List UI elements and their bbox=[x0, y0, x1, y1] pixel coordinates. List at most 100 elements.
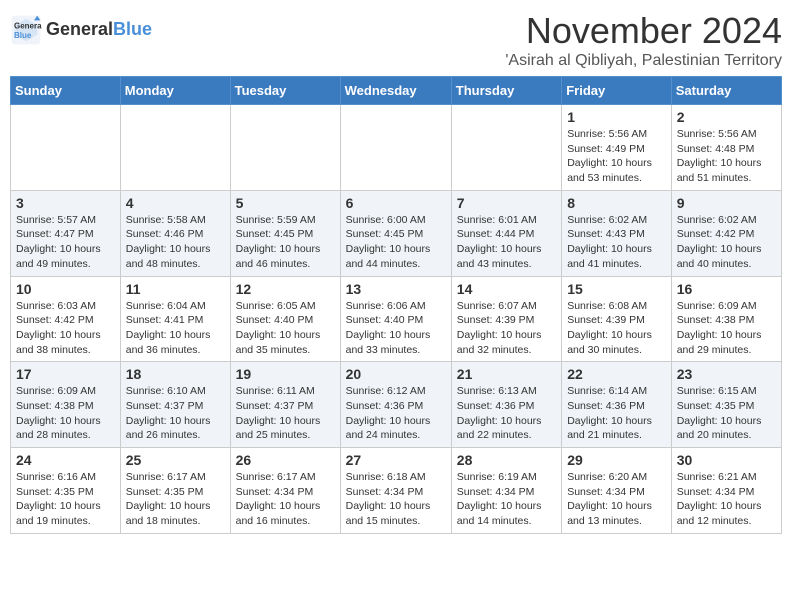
day-info: Sunrise: 6:06 AM Sunset: 4:40 PM Dayligh… bbox=[346, 299, 446, 358]
calendar-cell bbox=[230, 105, 340, 191]
day-number: 9 bbox=[677, 195, 776, 211]
day-info: Sunrise: 6:11 AM Sunset: 4:37 PM Dayligh… bbox=[236, 384, 335, 443]
logo: General Blue GeneralBlue bbox=[10, 14, 152, 46]
day-number: 11 bbox=[126, 281, 225, 297]
day-info: Sunrise: 6:00 AM Sunset: 4:45 PM Dayligh… bbox=[346, 213, 446, 272]
day-info: Sunrise: 6:17 AM Sunset: 4:35 PM Dayligh… bbox=[126, 470, 225, 529]
calendar-cell: 16 Sunrise: 6:09 AM Sunset: 4:38 PM Dayli… bbox=[671, 276, 781, 362]
day-number: 20 bbox=[346, 366, 446, 382]
day-number: 4 bbox=[126, 195, 225, 211]
weekday-header: Tuesday bbox=[230, 77, 340, 105]
calendar-cell: 3 Sunrise: 5:57 AM Sunset: 4:47 PM Daylig… bbox=[11, 190, 121, 276]
day-info: Sunrise: 6:04 AM Sunset: 4:41 PM Dayligh… bbox=[126, 299, 225, 358]
calendar-cell: 8 Sunrise: 6:02 AM Sunset: 4:43 PM Daylig… bbox=[562, 190, 672, 276]
day-info: Sunrise: 6:18 AM Sunset: 4:34 PM Dayligh… bbox=[346, 470, 446, 529]
day-info: Sunrise: 5:56 AM Sunset: 4:48 PM Dayligh… bbox=[677, 127, 776, 186]
weekday-header: Saturday bbox=[671, 77, 781, 105]
calendar-cell: 28Sunrise: 6:19 AM Sunset: 4:34 PM Dayli… bbox=[451, 448, 561, 534]
day-number: 16 bbox=[677, 281, 776, 297]
calendar-cell: 13 Sunrise: 6:06 AM Sunset: 4:40 PM Dayli… bbox=[340, 276, 451, 362]
calendar-cell: 9 Sunrise: 6:02 AM Sunset: 4:42 PM Daylig… bbox=[671, 190, 781, 276]
calendar-cell: 6 Sunrise: 6:00 AM Sunset: 4:45 PM Daylig… bbox=[340, 190, 451, 276]
day-number: 12 bbox=[236, 281, 335, 297]
day-info: Sunrise: 6:10 AM Sunset: 4:37 PM Dayligh… bbox=[126, 384, 225, 443]
month-title: November 2024 bbox=[505, 10, 782, 52]
calendar-cell: 22 Sunrise: 6:14 AM Sunset: 4:36 PM Dayli… bbox=[562, 362, 672, 448]
calendar-cell: 25 Sunrise: 6:17 AM Sunset: 4:35 PM Dayli… bbox=[120, 448, 230, 534]
page-header: General Blue GeneralBlue November 2024 '… bbox=[10, 10, 782, 70]
day-number: 14 bbox=[457, 281, 556, 297]
weekday-header: Wednesday bbox=[340, 77, 451, 105]
calendar-cell: 4 Sunrise: 5:58 AM Sunset: 4:46 PM Daylig… bbox=[120, 190, 230, 276]
day-number: 27 bbox=[346, 452, 446, 468]
day-info: Sunrise: 6:21 AM Sunset: 4:34 PM Dayligh… bbox=[677, 470, 776, 529]
day-number: 2 bbox=[677, 109, 776, 125]
calendar-cell: 17 Sunrise: 6:09 AM Sunset: 4:38 PM Dayli… bbox=[11, 362, 121, 448]
day-info: Sunrise: 6:17 AM Sunset: 4:34 PM Dayligh… bbox=[236, 470, 335, 529]
day-number: 10 bbox=[16, 281, 115, 297]
day-number: 7 bbox=[457, 195, 556, 211]
calendar-cell: 14Sunrise: 6:07 AM Sunset: 4:39 PM Dayli… bbox=[451, 276, 561, 362]
calendar-cell bbox=[340, 105, 451, 191]
calendar-cell: 20 Sunrise: 6:12 AM Sunset: 4:36 PM Dayli… bbox=[340, 362, 451, 448]
location-title: 'Asirah al Qibliyah, Palestinian Territo… bbox=[505, 52, 782, 70]
calendar-cell bbox=[120, 105, 230, 191]
logo-icon: General Blue bbox=[10, 14, 42, 46]
svg-text:Blue: Blue bbox=[14, 31, 32, 40]
day-info: Sunrise: 6:09 AM Sunset: 4:38 PM Dayligh… bbox=[16, 384, 115, 443]
calendar-week-row: 1Sunrise: 5:56 AM Sunset: 4:49 PM Daylig… bbox=[11, 105, 782, 191]
day-number: 3 bbox=[16, 195, 115, 211]
calendar-header-row: SundayMondayTuesdayWednesdayThursdayFrid… bbox=[11, 77, 782, 105]
calendar-week-row: 3 Sunrise: 5:57 AM Sunset: 4:47 PM Daylig… bbox=[11, 190, 782, 276]
day-number: 30 bbox=[677, 452, 776, 468]
day-info: Sunrise: 6:02 AM Sunset: 4:43 PM Dayligh… bbox=[567, 213, 666, 272]
calendar-week-row: 17 Sunrise: 6:09 AM Sunset: 4:38 PM Dayli… bbox=[11, 362, 782, 448]
day-info: Sunrise: 6:08 AM Sunset: 4:39 PM Dayligh… bbox=[567, 299, 666, 358]
calendar-table: SundayMondayTuesdayWednesdayThursdayFrid… bbox=[10, 76, 782, 534]
calendar-cell: 19 Sunrise: 6:11 AM Sunset: 4:37 PM Dayli… bbox=[230, 362, 340, 448]
calendar-cell: 23Sunrise: 6:15 AM Sunset: 4:35 PM Dayli… bbox=[671, 362, 781, 448]
calendar-cell: 5 Sunrise: 5:59 AM Sunset: 4:45 PM Daylig… bbox=[230, 190, 340, 276]
day-info: Sunrise: 6:20 AM Sunset: 4:34 PM Dayligh… bbox=[567, 470, 666, 529]
day-number: 5 bbox=[236, 195, 335, 211]
day-info: Sunrise: 6:12 AM Sunset: 4:36 PM Dayligh… bbox=[346, 384, 446, 443]
day-number: 29 bbox=[567, 452, 666, 468]
day-info: Sunrise: 6:02 AM Sunset: 4:42 PM Dayligh… bbox=[677, 213, 776, 272]
weekday-header: Friday bbox=[562, 77, 672, 105]
calendar-cell: 18Sunrise: 6:10 AM Sunset: 4:37 PM Dayli… bbox=[120, 362, 230, 448]
calendar-cell bbox=[11, 105, 121, 191]
day-info: Sunrise: 5:58 AM Sunset: 4:46 PM Dayligh… bbox=[126, 213, 225, 272]
day-info: Sunrise: 6:16 AM Sunset: 4:35 PM Dayligh… bbox=[16, 470, 115, 529]
day-info: Sunrise: 5:59 AM Sunset: 4:45 PM Dayligh… bbox=[236, 213, 335, 272]
day-number: 6 bbox=[346, 195, 446, 211]
day-info: Sunrise: 6:13 AM Sunset: 4:36 PM Dayligh… bbox=[457, 384, 556, 443]
title-block: November 2024 'Asirah al Qibliyah, Pales… bbox=[505, 10, 782, 70]
day-number: 8 bbox=[567, 195, 666, 211]
day-number: 13 bbox=[346, 281, 446, 297]
calendar-cell: 7 Sunrise: 6:01 AM Sunset: 4:44 PM Daylig… bbox=[451, 190, 561, 276]
day-info: Sunrise: 6:01 AM Sunset: 4:44 PM Dayligh… bbox=[457, 213, 556, 272]
day-number: 22 bbox=[567, 366, 666, 382]
day-info: Sunrise: 6:19 AM Sunset: 4:34 PM Dayligh… bbox=[457, 470, 556, 529]
day-info: Sunrise: 5:57 AM Sunset: 4:47 PM Dayligh… bbox=[16, 213, 115, 272]
day-number: 15 bbox=[567, 281, 666, 297]
day-number: 21 bbox=[457, 366, 556, 382]
day-number: 17 bbox=[16, 366, 115, 382]
weekday-header: Sunday bbox=[11, 77, 121, 105]
day-info: Sunrise: 6:03 AM Sunset: 4:42 PM Dayligh… bbox=[16, 299, 115, 358]
day-number: 1 bbox=[567, 109, 666, 125]
calendar-week-row: 24Sunrise: 6:16 AM Sunset: 4:35 PM Dayli… bbox=[11, 448, 782, 534]
logo-text: GeneralBlue bbox=[46, 20, 152, 40]
day-info: Sunrise: 6:14 AM Sunset: 4:36 PM Dayligh… bbox=[567, 384, 666, 443]
day-number: 25 bbox=[126, 452, 225, 468]
day-info: Sunrise: 6:09 AM Sunset: 4:38 PM Dayligh… bbox=[677, 299, 776, 358]
calendar-cell: 1Sunrise: 5:56 AM Sunset: 4:49 PM Daylig… bbox=[562, 105, 672, 191]
weekday-header: Thursday bbox=[451, 77, 561, 105]
day-info: Sunrise: 6:05 AM Sunset: 4:40 PM Dayligh… bbox=[236, 299, 335, 358]
calendar-cell: 11 Sunrise: 6:04 AM Sunset: 4:41 PM Dayli… bbox=[120, 276, 230, 362]
calendar-cell: 24Sunrise: 6:16 AM Sunset: 4:35 PM Dayli… bbox=[11, 448, 121, 534]
calendar-cell: 12 Sunrise: 6:05 AM Sunset: 4:40 PM Dayli… bbox=[230, 276, 340, 362]
day-number: 19 bbox=[236, 366, 335, 382]
day-number: 23 bbox=[677, 366, 776, 382]
calendar-cell: 30 Sunrise: 6:21 AM Sunset: 4:34 PM Dayli… bbox=[671, 448, 781, 534]
